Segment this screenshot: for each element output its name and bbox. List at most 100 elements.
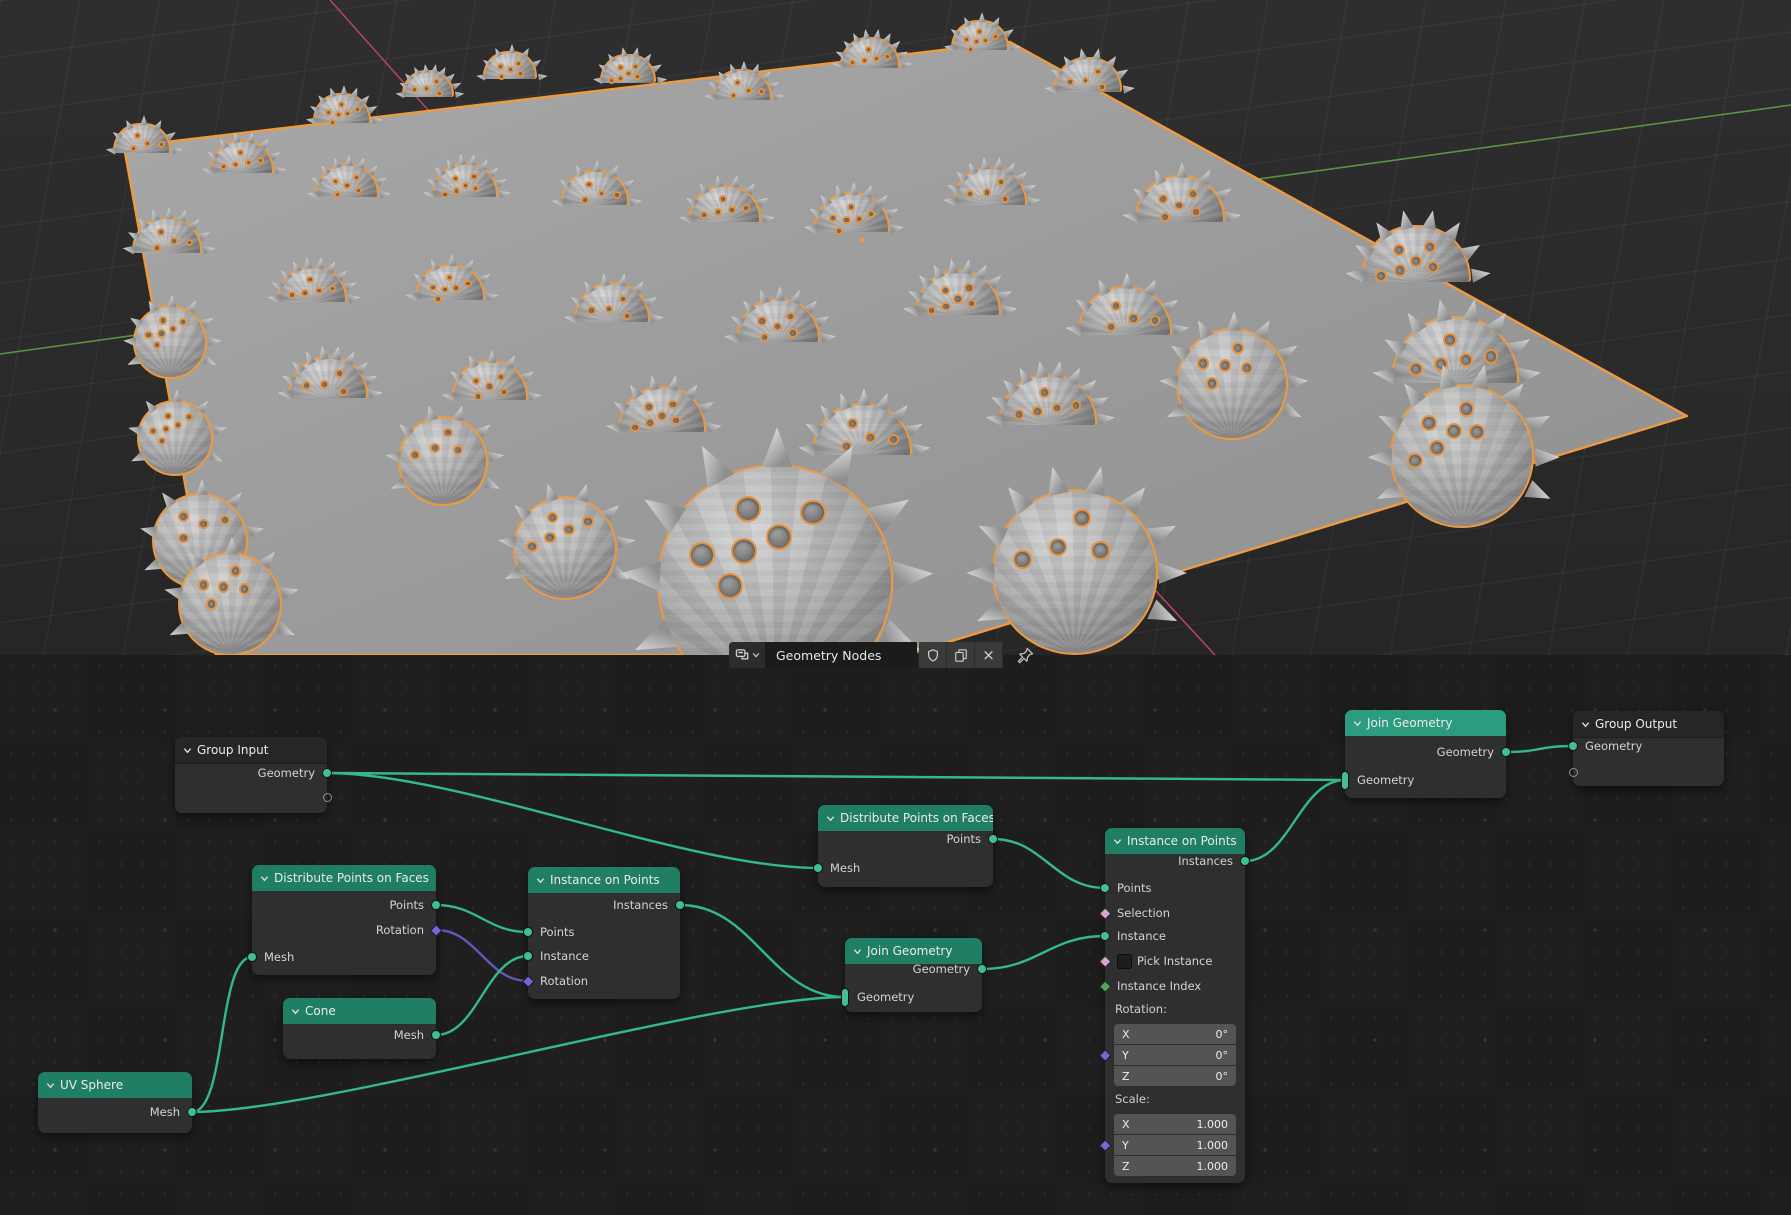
chevron-down-icon[interactable] (1113, 837, 1122, 846)
chevron-down-icon[interactable] (853, 947, 862, 956)
input-socket-points[interactable] (1100, 883, 1110, 893)
input-socket-instance[interactable] (523, 951, 533, 961)
spiky-sphere-instance[interactable] (133, 305, 207, 379)
shading-facets (290, 358, 366, 398)
input-socket-virtual[interactable] (1569, 768, 1578, 777)
output-socket-points[interactable] (988, 834, 998, 844)
node-dpof-left[interactable]: Distribute Points on FacesPointsRotation… (252, 865, 436, 975)
node-dpof-top[interactable]: Distribute Points on FacesPointsMesh (818, 805, 993, 887)
output-socket-geometry[interactable] (977, 964, 987, 974)
node-link[interactable] (436, 905, 528, 932)
chevron-down-icon[interactable] (46, 1081, 55, 1090)
value-field-x[interactable]: X 1.000 (1114, 1114, 1236, 1134)
node-tree-type-button[interactable] (729, 642, 765, 668)
spiky-sphere-instance[interactable] (513, 496, 617, 600)
cone-hole (441, 191, 448, 198)
input-socket-geometry[interactable] (1568, 741, 1578, 751)
input-socket-geometry[interactable] (1341, 771, 1349, 790)
node-jg-mid[interactable]: Join GeometryGeometryGeometry (845, 938, 982, 1012)
input-socket-instance[interactable] (1100, 931, 1110, 941)
node-group-input[interactable]: Group InputGeometry (175, 737, 327, 813)
cone-hole (983, 188, 991, 196)
output-socket-instances[interactable] (1240, 856, 1250, 866)
node-jg-top[interactable]: Join GeometryGeometryGeometry (1345, 710, 1506, 798)
output-socket-virtual[interactable] (323, 793, 332, 802)
node-link[interactable] (680, 905, 845, 997)
node-link[interactable] (327, 773, 818, 868)
input-socket-mesh[interactable] (813, 863, 823, 873)
output-socket-geometry[interactable] (322, 768, 332, 778)
spiky-sphere-instance[interactable] (992, 489, 1158, 655)
node-link[interactable] (1506, 746, 1573, 752)
node-header[interactable]: Cone (283, 998, 436, 1024)
spiky-sphere-instance[interactable] (398, 416, 488, 506)
input-socket-mesh[interactable] (247, 952, 257, 962)
cone-hole (198, 579, 209, 590)
geometry-node-editor[interactable]: Group InputGeometry Distribute Points on… (0, 655, 1791, 1215)
node-header[interactable]: Group Input (175, 737, 327, 764)
chevron-down-icon[interactable] (183, 746, 192, 755)
input-socket-points[interactable] (523, 927, 533, 937)
node-header[interactable]: UV Sphere (38, 1072, 192, 1098)
cone-hole (1484, 349, 1498, 363)
node-link[interactable] (436, 956, 528, 1035)
value-field-y[interactable]: Y 1.000 (1114, 1135, 1236, 1155)
cone-hole (149, 427, 157, 435)
node-header[interactable]: Join Geometry (1345, 710, 1506, 736)
pin-button[interactable] (1017, 642, 1034, 668)
node-link[interactable] (982, 936, 1105, 969)
output-socket-points[interactable] (431, 900, 441, 910)
node-tree-name-field[interactable]: Geometry Nodes (765, 642, 917, 668)
node-link[interactable] (993, 839, 1105, 888)
shading-facets (563, 172, 627, 205)
spiky-sphere-instance[interactable] (178, 552, 282, 655)
cone-hole (436, 90, 443, 97)
chevron-down-icon[interactable] (1581, 720, 1590, 729)
node-link[interactable] (327, 773, 1345, 780)
chevron-down-icon[interactable] (536, 876, 545, 885)
node-cone[interactable]: ConeMesh (283, 998, 436, 1059)
spiky-sphere-instance[interactable] (1390, 384, 1534, 528)
node-link[interactable] (192, 957, 252, 1112)
node-link[interactable] (1245, 780, 1345, 861)
node-header[interactable]: Group Output (1573, 711, 1724, 738)
fake-user-button[interactable] (919, 642, 947, 668)
input-socket-geometry[interactable] (841, 988, 849, 1007)
node-group-output[interactable]: Group OutputGeometry (1573, 711, 1724, 786)
chevron-down-icon[interactable] (1353, 719, 1362, 728)
cone-hole (470, 173, 477, 180)
cone-hole (964, 283, 973, 292)
node-iop-left[interactable]: Instance on PointsInstancesPointsInstanc… (528, 867, 680, 999)
output-socket-instances[interactable] (675, 900, 685, 910)
node-header[interactable]: Instance on Points (528, 867, 680, 893)
value-field-z[interactable]: Z 1.000 (1114, 1156, 1236, 1176)
cone-hole (1424, 241, 1436, 253)
cone-hole (888, 434, 899, 445)
cone-hole (992, 33, 999, 40)
cone-hole (343, 182, 350, 189)
value-field-y[interactable]: Y 0° (1114, 1045, 1236, 1065)
spiky-sphere-instance[interactable] (137, 400, 213, 476)
value-field-x[interactable]: X 0° (1114, 1024, 1236, 1044)
3d-viewport[interactable] (0, 0, 1791, 655)
output-socket-geometry[interactable] (1501, 747, 1511, 757)
cone-hole (1429, 440, 1445, 456)
new-copy-button[interactable] (947, 642, 975, 668)
chevron-down-icon[interactable] (291, 1007, 300, 1016)
cone-hole (1094, 68, 1101, 75)
chevron-down-icon[interactable] (260, 874, 269, 883)
cone-hole (734, 79, 741, 86)
cone-hole (153, 244, 161, 252)
node-header[interactable]: Distribute Points on Faces (252, 865, 436, 891)
value-field-z[interactable]: Z 0° (1114, 1066, 1236, 1086)
output-socket-mesh[interactable] (187, 1107, 197, 1117)
node-iop-right[interactable]: Instance on PointsInstancesPointsSelecti… (1105, 828, 1245, 1183)
node-title: Group Output (1595, 717, 1677, 731)
output-socket-mesh[interactable] (431, 1030, 441, 1040)
spiky-sphere-instance[interactable] (1176, 328, 1288, 440)
node-uv-sphere[interactable]: UV SphereMesh (38, 1072, 192, 1133)
pick-instance-checkbox[interactable] (1117, 954, 1132, 969)
node-link[interactable] (436, 930, 528, 981)
chevron-down-icon[interactable] (826, 814, 835, 823)
unlink-button[interactable]: × (975, 642, 1003, 668)
